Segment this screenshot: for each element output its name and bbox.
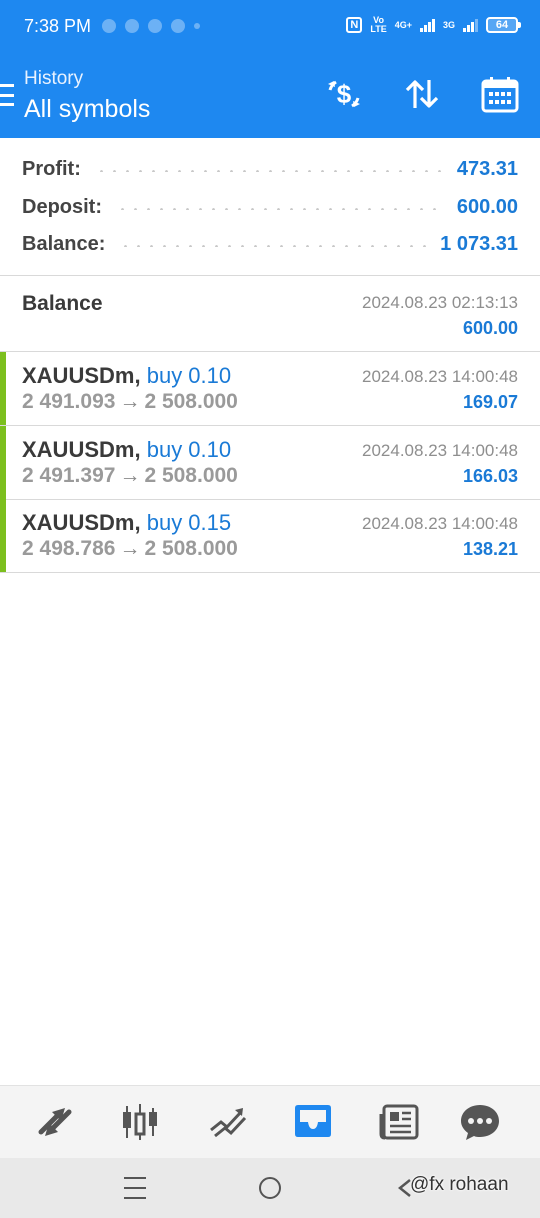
dotted-leader [116,208,443,210]
quotes-icon[interactable] [33,1100,77,1144]
history-icon[interactable] [291,1100,335,1144]
more-notifications-icon [194,23,200,29]
home-icon[interactable] [259,1177,281,1199]
trade-type: buy 0.10 [146,437,232,462]
dotted-leader [119,245,427,247]
trade-time: 2024.08.23 14:00:48 [362,367,518,386]
svg-text:$: $ [337,79,352,109]
trade-profit: 169.07 [462,392,518,412]
balance-entry[interactable]: Balance 2024.08.23 02:13:13 600.00 [0,278,540,352]
recents-icon[interactable] [124,1177,146,1199]
whatsapp-icon [125,19,139,33]
trade-row[interactable]: XAUUSDm, buy 0.15 2 498.786 → 2 508.000 20… [0,499,540,573]
close-price: 2 508.000 [144,464,238,487]
status-bar: 7:38 PM N Vo LTE 4G+ 3G 64 [0,0,540,54]
battery-icon: 64 [486,17,521,33]
trade-symbol: XAUUSDm [22,437,135,462]
arrow-right-icon: → [119,537,141,560]
deposit-row: Deposit: 600.00 [22,192,518,222]
buy-marker [0,352,6,425]
open-price: 2 498.786 [22,537,116,560]
trade-type: buy 0.10 [146,363,232,388]
trade-type: buy 0.15 [146,510,232,535]
status-notification-icons [102,19,200,33]
trade-title: XAUUSDm, buy 0.10 [22,437,232,462]
buy-marker [0,426,6,499]
volte-icon: Vo LTE [370,15,387,34]
trade-title: XAUUSDm, buy 0.10 [22,363,232,388]
dollar-exchange-icon[interactable]: $ [324,74,364,114]
dotted-leader [94,170,443,172]
open-price: 2 491.397 [22,464,116,487]
balance-entry-amount: 600.00 [462,318,518,338]
signal-1-icon [419,18,435,32]
deposit-label: Deposit: [22,195,102,218]
close-price: 2 508.000 [144,390,238,413]
trade-prices: 2 491.397 → 2 508.000 [22,464,238,488]
arrow-right-icon: → [119,390,141,413]
trade-prices: 2 498.786 → 2 508.000 [22,537,238,561]
profit-value: 473.31 [456,157,518,180]
app-header: 7:38 PM N Vo LTE 4G+ 3G 64 History All s… [0,0,540,138]
trade-symbol: XAUUSDm [22,510,135,535]
messages-icon[interactable] [458,1100,502,1144]
signal-2-label: 3G [442,19,455,30]
trade-time: 2024.08.23 14:00:48 [362,441,518,460]
deposit-value: 600.00 [456,195,518,218]
chart-icon[interactable] [118,1100,162,1144]
trade-title: XAUUSDm, buy 0.15 [22,510,232,535]
history-summary: Profit: 473.31 Deposit: 600.00 Balance: … [0,138,540,276]
system-nav-bar: @fx rohaan [0,1158,540,1218]
open-price: 2 491.093 [22,390,116,413]
trade-profit: 138.21 [462,539,518,559]
header-title[interactable]: All symbols [24,95,150,124]
telegram-icon [102,19,116,33]
signal-2-icon [463,18,478,32]
watermark-text: @fx rohaan [410,1174,509,1195]
calendar-icon[interactable] [480,74,520,114]
profit-label: Profit: [22,157,81,180]
news-icon[interactable] [378,1100,422,1144]
signal-1-label: 4G+ [394,19,412,30]
tiktok-icon [171,19,185,33]
balance-row: Balance: 1 073.31 [22,229,518,259]
header-subtitle: History [24,68,84,89]
bottom-tab-bar [0,1085,540,1158]
trade-icon[interactable] [205,1100,249,1144]
buy-marker [0,499,6,572]
trade-time: 2024.08.23 14:00:48 [362,514,518,533]
arrow-right-icon: → [119,464,141,487]
status-time: 7:38 PM [24,16,92,36]
trade-symbol: XAUUSDm [22,363,135,388]
balance-label: Balance: [22,232,106,255]
instagram-icon [148,19,162,33]
status-indicators: N Vo LTE 4G+ 3G 64 [346,15,521,34]
balance-value: 1 073.31 [440,232,518,255]
close-price: 2 508.000 [144,537,238,560]
balance-entry-title: Balance [22,292,103,315]
profit-row: Profit: 473.31 [22,154,518,184]
nfc-icon: N [346,17,363,33]
trade-row[interactable]: XAUUSDm, buy 0.10 2 491.397 → 2 508.000 20… [0,426,540,500]
menu-icon[interactable] [0,84,16,106]
balance-entry-time: 2024.08.23 02:13:13 [362,293,518,312]
trade-row[interactable]: XAUUSDm, buy 0.10 2 491.093 → 2 508.000 20… [0,352,540,426]
trade-prices: 2 491.093 → 2 508.000 [22,390,238,414]
trade-profit: 166.03 [462,466,518,486]
sort-icon[interactable] [402,74,442,114]
